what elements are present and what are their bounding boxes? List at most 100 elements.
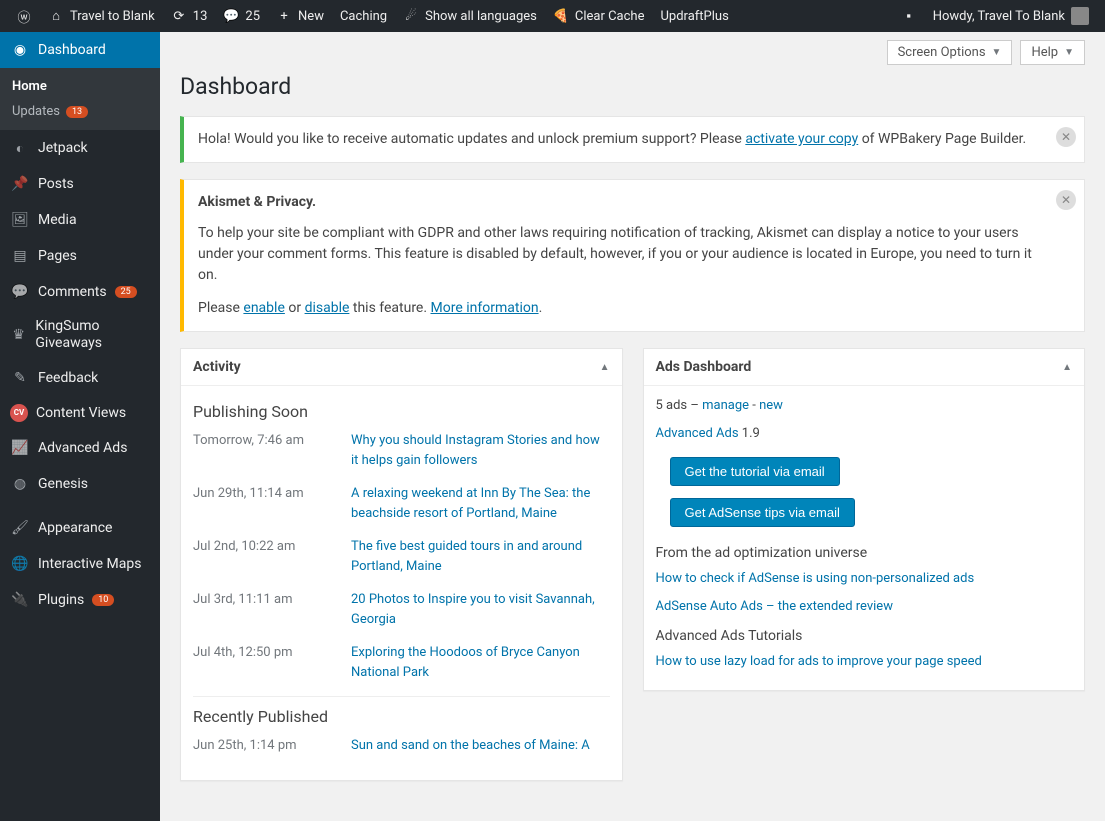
plus-icon: + [276,8,292,24]
post-link[interactable]: Sun and sand on the beaches of Maine: A [351,736,610,756]
new-label: New [298,9,324,24]
caret-down-icon: ▼ [992,47,1002,58]
menu-posts[interactable]: 📌Posts [0,166,160,202]
ads-article-link[interactable]: How to use lazy load for ads to improve … [656,654,982,669]
dashboard-icon: ◉ [10,40,30,60]
jetpack-icon: ◐ [10,138,30,158]
post-link[interactable]: 20 Photos to Inspire you to visit Savann… [351,590,610,629]
akismet-disable-link[interactable]: disable [305,300,350,316]
activity-metabox: Activity ▲ Publishing Soon Tomorrow, 7:4… [180,348,623,781]
comments-adminbar[interactable]: 💬25 [215,0,268,32]
post-timestamp: Jul 3rd, 11:11 am [193,590,343,610]
akismet-enable-link[interactable]: enable [243,300,284,316]
menu-jetpack[interactable]: ◐Jetpack [0,130,160,166]
publishing-soon-item: Jun 29th, 11:14 am A relaxing weekend at … [193,484,610,523]
get-tutorial-button[interactable]: Get the tutorial via email [670,457,840,486]
updates-badge: 13 [66,106,88,118]
home-icon: ⌂ [48,8,64,24]
ads-article-link[interactable]: AdSense Auto Ads – the extended review [656,599,893,614]
site-name-label: Travel to Blank [70,9,155,24]
ads-article-link[interactable]: How to check if AdSense is using non-per… [656,571,975,586]
speech-icon: ▪ [901,8,917,24]
my-account[interactable]: Howdy, Travel To Blank [925,0,1097,32]
caret-down-icon: ▼ [1064,47,1074,58]
admin-sidebar: ◉ Dashboard Home Updates13 ◐Jetpack 📌Post… [0,32,160,821]
menu-dashboard-label: Dashboard [38,42,106,58]
publishing-soon-item: Tomorrow, 7:46 amWhy you should Instagra… [193,431,610,470]
menu-advanced-ads[interactable]: 📈Advanced Ads [0,430,160,466]
clear-cache[interactable]: 🍕Clear Cache [545,0,653,32]
ads-dashboard-title: Ads Dashboard [656,359,752,375]
refresh-count: 13 [193,9,208,24]
post-timestamp: Jun 29th, 11:14 am [193,484,343,504]
recently-published-item: Jun 25th, 1:14 pm Sun and sand on the bea… [193,736,610,756]
post-timestamp: Jul 2nd, 10:22 am [193,537,343,557]
post-link[interactable]: The five best guided tours in and around… [351,537,610,576]
adminbar: ⓦ ⌂Travel to Blank ⟳13 💬25 +New Caching … [0,0,1105,32]
submenu-updates[interactable]: Updates13 [0,99,160,124]
show-languages[interactable]: ☄ Show all languages [395,0,545,32]
akismet-heading: Akismet & Privacy. [198,192,1046,213]
kingsumo-icon: ♛ [10,325,27,345]
comment-icon: 💬 [10,282,30,302]
lang-icon: ☄ [403,8,419,24]
submenu-dashboard: Home Updates13 [0,68,160,130]
post-link[interactable]: Exploring the Hoodoos of Bryce Canyon Na… [351,643,610,682]
updraft-label: UpdraftPlus [660,9,728,24]
refresh-icon: ⟳ [171,8,187,24]
pin-icon: 📌 [10,174,30,194]
dismiss-notice-button[interactable]: ✕ [1056,127,1076,147]
collapse-toggle-icon[interactable]: ▲ [600,362,610,373]
menu-comments[interactable]: 💬Comments25 [0,274,160,310]
caching[interactable]: Caching [332,0,395,32]
notice-akismet: Akismet & Privacy. To help your site be … [180,179,1085,332]
updraftplus[interactable]: UpdraftPlus [652,0,736,32]
post-timestamp: Jun 25th, 1:14 pm [193,736,343,756]
howdy-label: Howdy, Travel To Blank [933,9,1065,24]
advanced-ads-link[interactable]: Advanced Ads [656,426,739,441]
menu-appearance[interactable]: 🖌Appearance [0,510,160,546]
activate-copy-link[interactable]: activate your copy [745,131,858,147]
dismiss-notice-button[interactable]: ✕ [1056,190,1076,210]
wordpress-icon: ⓦ [16,8,32,24]
globe-icon: 🌐 [10,554,30,574]
menu-dashboard[interactable]: ◉ Dashboard [0,32,160,68]
menu-pages[interactable]: ▤Pages [0,238,160,274]
new-content[interactable]: + New [268,0,332,32]
site-name[interactable]: ⌂ Travel to Blank [40,0,163,32]
collapse-toggle-icon[interactable]: ▲ [1062,362,1072,373]
cv-icon: CV [10,404,28,422]
menu-feedback[interactable]: ✎Feedback [0,360,160,396]
get-adsense-tips-button[interactable]: Get AdSense tips via email [670,498,855,527]
recently-published-heading: Recently Published [193,696,610,726]
menu-content-views[interactable]: CVContent Views [0,396,160,430]
show-lang-label: Show all languages [425,9,537,24]
ad-optimization-heading: From the ad optimization universe [656,545,1073,561]
menu-media[interactable]: 🖼Media [0,202,160,238]
publishing-soon-item: Jul 4th, 12:50 pmExploring the Hoodoos o… [193,643,610,682]
ads-new-link[interactable]: new [759,398,783,413]
main-content: Screen Options▼ Help▼ Dashboard Hola! Wo… [160,32,1105,821]
screen-options-button[interactable]: Screen Options▼ [887,40,1013,65]
wp-logo[interactable]: ⓦ [8,0,40,32]
menu-plugins[interactable]: 🔌Plugins10 [0,582,160,618]
menu-kingsumo[interactable]: ♛KingSumo Giveaways [0,310,160,360]
updates-adminbar[interactable]: ⟳ 13 [163,0,216,32]
ads-dashboard-header[interactable]: Ads Dashboard ▲ [644,349,1085,386]
submenu-home[interactable]: Home [0,74,160,99]
activity-title: Activity [193,359,241,375]
comment-icon: 💬 [223,8,239,24]
notifications-adminbar[interactable]: ▪ [893,0,925,32]
menu-interactive-maps[interactable]: 🌐Interactive Maps [0,546,160,582]
akismet-more-info-link[interactable]: More information [431,300,539,316]
post-link[interactable]: A relaxing weekend at Inn By The Sea: th… [351,484,610,523]
post-link[interactable]: Why you should Instagram Stories and how… [351,431,610,470]
publishing-soon-heading: Publishing Soon [193,402,610,421]
genesis-icon: ◍ [10,474,30,494]
activity-header[interactable]: Activity ▲ [181,349,622,386]
caching-label: Caching [340,9,387,24]
pages-icon: ▤ [10,246,30,266]
help-button[interactable]: Help▼ [1020,40,1085,65]
menu-genesis[interactable]: ◍Genesis [0,466,160,502]
ads-manage-link[interactable]: manage [702,398,749,413]
